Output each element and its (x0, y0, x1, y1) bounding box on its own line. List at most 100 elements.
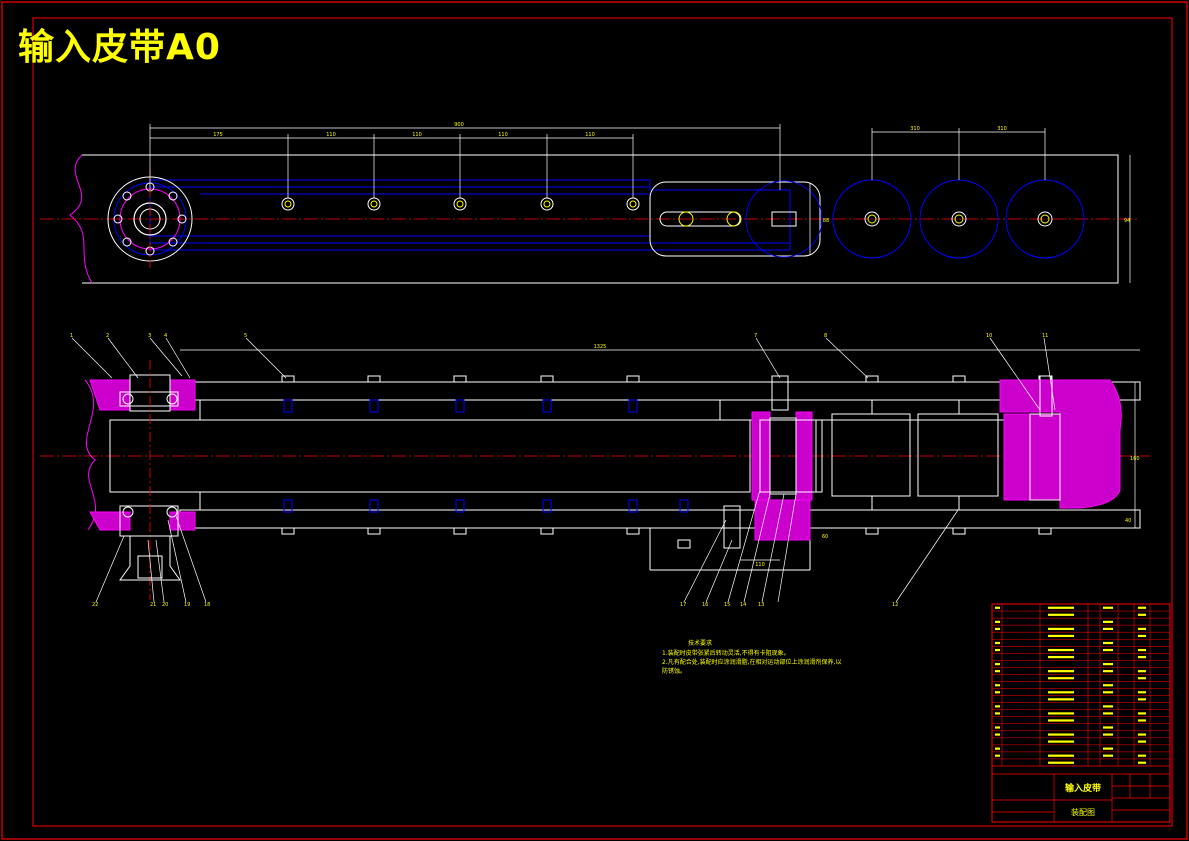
parts-list-entry (1048, 719, 1074, 722)
parts-list-entry (1103, 747, 1113, 750)
dim-top-4: 110 (498, 132, 508, 138)
part-label: 4 (164, 333, 167, 339)
technical-notes: 技术要求 1.装配时皮带张紧后转动灵活,不得有卡阻现象。 2.凡有配合处,装配时… (662, 639, 841, 675)
notes-heading: 技术要求 (688, 639, 712, 647)
parts-list-entry (1138, 733, 1146, 736)
part-label: 13 (758, 602, 764, 608)
bottom-rail (179, 509, 1141, 529)
parts-list-entry (1138, 655, 1146, 659)
parts-list-entry (995, 641, 1000, 645)
parts-list-entry (1103, 712, 1113, 715)
parts-list-entry (1138, 613, 1146, 616)
top-dimensions (149, 124, 1131, 283)
dim-top-side-1: 88 (823, 218, 829, 224)
dim-top-1: 175 (213, 132, 223, 138)
dim-top-side-2: 94 (1124, 218, 1130, 224)
parts-list-entry (995, 754, 1000, 757)
parts-list-entry (1138, 691, 1146, 694)
parts-list-entry (995, 684, 1000, 687)
parts-list-entry (995, 670, 1000, 673)
parts-list-entry (1048, 733, 1074, 736)
parts-list-entry (1048, 698, 1074, 701)
parts-list-entry (1138, 719, 1146, 722)
parts-list-entry (995, 733, 1000, 736)
parts-list-entry (1103, 733, 1113, 736)
rail-studs (281, 375, 1052, 549)
notes-line-2: 2.凡有配合处,装配时应涂润滑脂,在相对运动部位上涂润滑剂保养,以 (662, 658, 841, 666)
dim-front-overall: 1325 (594, 344, 607, 350)
parts-list-entry (1048, 634, 1074, 638)
top-view: 900 175 110 110 110 110 310 310 88 94 (40, 122, 1140, 284)
parts-list-entry (1138, 740, 1146, 743)
title-block-name: 输入皮带 (1065, 782, 1101, 794)
part-label: 19 (184, 602, 190, 608)
parts-list-entry (995, 627, 1000, 631)
parts-list-entry (995, 712, 1000, 715)
parts-list-entry (1048, 691, 1074, 694)
part-label: 12 (892, 602, 898, 608)
sheet-title: 输入皮带A0 (18, 27, 221, 68)
part-label: 2 (106, 333, 109, 339)
part-label: 14 (740, 602, 746, 608)
parts-list-entry (1103, 620, 1113, 623)
front-view: 1325 160 40 110 60 (40, 344, 1150, 600)
parts-list-entry (1103, 684, 1113, 687)
part-label: 18 (204, 602, 210, 608)
roller-1 (831, 413, 911, 497)
parts-list-entry (1138, 627, 1146, 631)
parts-list-entry (995, 606, 1000, 609)
part-label: 11 (1042, 333, 1048, 339)
dim-front-side-1: 160 (1130, 456, 1140, 462)
parts-list-entry (1103, 641, 1113, 645)
parts-list-entry (1048, 655, 1074, 659)
parts-list-entry (1048, 740, 1074, 743)
part-label: 20 (162, 602, 168, 608)
parts-list-entry (1048, 712, 1074, 715)
title-block-drawing-type: 装配图 (1071, 807, 1095, 817)
parts-list-entry (1048, 648, 1074, 652)
parts-list-entry (995, 620, 1000, 623)
parts-list-entry (1103, 627, 1113, 631)
idler-bolts (281, 197, 640, 211)
notes-line-3: 防锈蚀。 (662, 667, 686, 675)
parts-list-entry (1048, 754, 1074, 757)
part-label: 15 (724, 602, 730, 608)
part-label: 1 (70, 333, 73, 339)
parts-list-entry (1103, 726, 1113, 729)
part-label: 5 (244, 333, 247, 339)
dim-top-2: 110 (326, 132, 336, 138)
parts-list-entry (1048, 627, 1074, 631)
part-labels: 1 2 3 4 5 7 8 10 11 22 21 20 19 18 17 16… (70, 333, 1048, 608)
parts-list-entry (1138, 761, 1146, 764)
parts-list-entry (1138, 712, 1146, 715)
parts-list-entry (995, 648, 1000, 652)
parts-list-entry (1048, 761, 1074, 764)
parts-list-entry (1048, 677, 1074, 680)
parts-list-entry (1103, 705, 1113, 708)
part-leaders (71, 337, 1056, 603)
parts-list-entry (1103, 663, 1113, 666)
part-label: 3 (148, 333, 151, 339)
parts-list-entry (1048, 606, 1074, 609)
part-label: 16 (702, 602, 708, 608)
dim-top-5: 110 (585, 132, 595, 138)
parts-list-entry (1138, 677, 1146, 680)
parts-list-entry (1138, 754, 1146, 757)
tail-pulley-section (723, 375, 823, 549)
part-label: 10 (986, 333, 992, 339)
dim-top-roller-2: 310 (997, 126, 1007, 132)
parts-list-entry (1103, 648, 1113, 652)
parts-list-entry (1138, 698, 1146, 701)
parts-list-entry (1103, 691, 1113, 694)
dim-front-bottom-1: 110 (755, 562, 765, 568)
parts-list-entry (995, 663, 1000, 666)
part-label: 21 (150, 602, 156, 608)
dim-front-side-2: 40 (1125, 518, 1131, 524)
parts-list-entry (1138, 648, 1146, 652)
parts-list-entry (1138, 634, 1146, 638)
top-rail (179, 381, 1141, 401)
dim-front-bottom-2: 60 (822, 534, 828, 540)
parts-list-entry (995, 691, 1000, 694)
parts-list-entry (1138, 670, 1146, 673)
roller-2 (917, 413, 999, 497)
